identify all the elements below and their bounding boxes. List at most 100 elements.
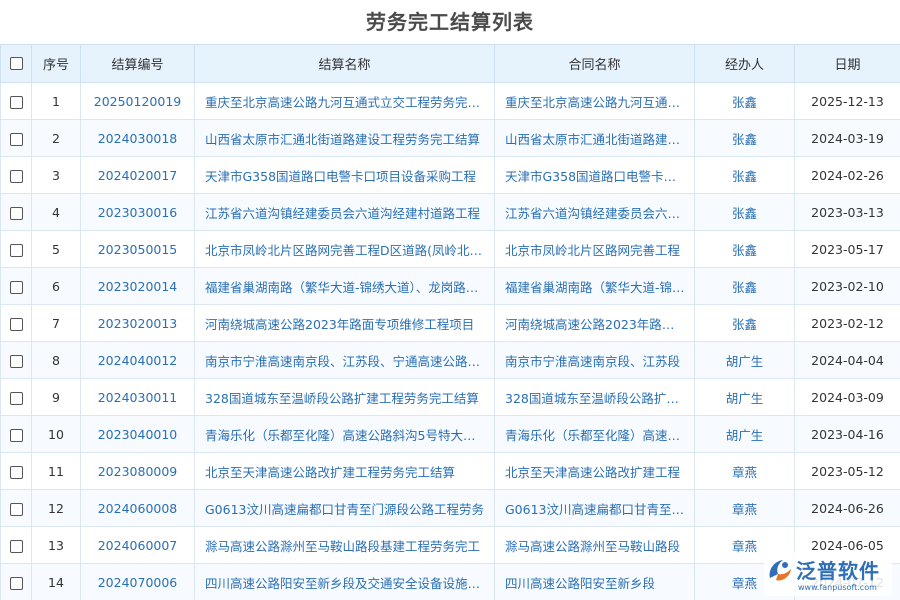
row-name-link[interactable]: 山西省太原市汇通北街道路建设工程劳务完工结算 xyxy=(194,119,495,157)
table-row[interactable]: 3 2024020017 天津市G358国道路口电警卡口项目设备采购工程 天津市G35… xyxy=(0,156,900,194)
table-row[interactable]: 5 2023050015 北京市凤岭北片区路网完善工程D区道路(凤岭北路) 北京市凤岭… xyxy=(0,230,900,268)
row-checkbox[interactable] xyxy=(9,576,23,590)
row-contract-link[interactable]: 河南绕城高速公路2023年路面专项维修工程 xyxy=(494,304,695,342)
row-handler-link[interactable]: 章燕 xyxy=(694,452,795,490)
row-handler-link[interactable]: 张鑫 xyxy=(694,267,795,305)
row-name-link[interactable]: 滁马高速公路滁州至马鞍山路段基建工程劳务完工 xyxy=(194,526,495,564)
row-name-link[interactable]: 河南绕城高速公路2023年路面专项维修工程项目 xyxy=(194,304,495,342)
row-checkbox[interactable] xyxy=(9,206,23,220)
row-select-cell[interactable] xyxy=(0,526,32,564)
column-header-date[interactable]: 日期 xyxy=(794,44,900,83)
row-name-link[interactable]: 重庆至北京高速公路九河互通式立交工程劳务完工结算 xyxy=(194,82,495,120)
row-code-link[interactable]: 2024070006 xyxy=(80,563,195,600)
row-contract-link[interactable]: 江苏省六道沟镇经建委员会六道沟 xyxy=(494,193,695,231)
row-select-cell[interactable] xyxy=(0,304,32,342)
row-handler-link[interactable]: 胡广生 xyxy=(694,341,795,379)
row-contract-link[interactable]: 滁马高速公路滁州至马鞍山路段 xyxy=(494,526,695,564)
row-handler-link[interactable]: 张鑫 xyxy=(694,156,795,194)
column-header-contract[interactable]: 合同名称 xyxy=(494,44,695,83)
row-handler-link[interactable]: 章燕 xyxy=(694,489,795,527)
column-header-name[interactable]: 结算名称 xyxy=(194,44,495,83)
row-contract-link[interactable]: 北京至天津高速公路改扩建工程 xyxy=(494,452,695,490)
table-row[interactable]: 4 2023030016 江苏省六道沟镇经建委员会六道沟经建村道路工程 江苏省六道沟镇… xyxy=(0,193,900,231)
row-name-link[interactable]: 南京市宁淮高速南京段、江苏段、宁通高速公路工程 xyxy=(194,341,495,379)
row-code-link[interactable]: 2024060008 xyxy=(80,489,195,527)
row-code-link[interactable]: 2024030011 xyxy=(80,378,195,416)
row-name-link[interactable]: 北京至天津高速公路改扩建工程劳务完工结算 xyxy=(194,452,495,490)
row-name-link[interactable]: 四川高速公路阳安至新乡段及交通安全设备设施工程 xyxy=(194,563,495,600)
row-select-cell[interactable] xyxy=(0,341,32,379)
row-checkbox[interactable] xyxy=(9,502,23,516)
row-checkbox[interactable] xyxy=(9,169,23,183)
row-name-link[interactable]: 328国道城东至温峤段公路扩建工程劳务完工结算 xyxy=(194,378,495,416)
row-code-link[interactable]: 2024040012 xyxy=(80,341,195,379)
row-checkbox[interactable] xyxy=(9,243,23,257)
row-select-cell[interactable] xyxy=(0,267,32,305)
row-select-cell[interactable] xyxy=(0,378,32,416)
row-code-link[interactable]: 2023080009 xyxy=(80,452,195,490)
row-select-cell[interactable] xyxy=(0,563,32,600)
row-code-link[interactable]: 2024020017 xyxy=(80,156,195,194)
row-checkbox[interactable] xyxy=(9,132,23,146)
row-name-link[interactable]: 青海乐化（乐都至化隆）高速公路斜沟5号特大桥工程 xyxy=(194,415,495,453)
table-row[interactable]: 11 2023080009 北京至天津高速公路改扩建工程劳务完工结算 北京至天津高速公… xyxy=(0,452,900,490)
row-code-link[interactable]: 2023020013 xyxy=(80,304,195,342)
row-handler-link[interactable]: 张鑫 xyxy=(694,230,795,268)
row-contract-link[interactable]: 福建省巢湖南路（繁华大道-锦绣大道） xyxy=(494,267,695,305)
row-contract-link[interactable]: 天津市G358国道路口电警卡口项目 xyxy=(494,156,695,194)
row-contract-link[interactable]: 山西省太原市汇通北街道路建设工程 xyxy=(494,119,695,157)
row-select-cell[interactable] xyxy=(0,82,32,120)
row-checkbox[interactable] xyxy=(9,391,23,405)
table-row[interactable]: 2 2024030018 山西省太原市汇通北街道路建设工程劳务完工结算 山西省太原市汇… xyxy=(0,119,900,157)
row-checkbox[interactable] xyxy=(9,95,23,109)
row-select-cell[interactable] xyxy=(0,489,32,527)
row-code-link[interactable]: 2023030016 xyxy=(80,193,195,231)
row-code-link[interactable]: 20250120019 xyxy=(80,82,195,120)
row-code-link[interactable]: 2024030018 xyxy=(80,119,195,157)
row-select-cell[interactable] xyxy=(0,156,32,194)
row-contract-link[interactable]: G0613汶川高速扁都口甘青至门源段 xyxy=(494,489,695,527)
row-handler-link[interactable]: 胡广生 xyxy=(694,415,795,453)
table-row[interactable]: 1 20250120019 重庆至北京高速公路九河互通式立交工程劳务完工结算 重庆至北… xyxy=(0,82,900,120)
row-checkbox[interactable] xyxy=(9,428,23,442)
table-row[interactable]: 7 2023020013 河南绕城高速公路2023年路面专项维修工程项目 河南绕城高速… xyxy=(0,304,900,342)
select-all-cell[interactable] xyxy=(0,44,32,83)
table-row[interactable]: 10 2023040010 青海乐化（乐都至化隆）高速公路斜沟5号特大桥工程 青海乐化… xyxy=(0,415,900,453)
column-header-handler[interactable]: 经办人 xyxy=(694,44,795,83)
row-contract-link[interactable]: 四川高速公路阳安至新乡段 xyxy=(494,563,695,600)
row-name-link[interactable]: 江苏省六道沟镇经建委员会六道沟经建村道路工程 xyxy=(194,193,495,231)
row-handler-link[interactable]: 张鑫 xyxy=(694,304,795,342)
row-select-cell[interactable] xyxy=(0,452,32,490)
row-name-link[interactable]: 北京市凤岭北片区路网完善工程D区道路(凤岭北路) xyxy=(194,230,495,268)
table-row[interactable]: 8 2024040012 南京市宁淮高速南京段、江苏段、宁通高速公路工程 南京市宁淮高… xyxy=(0,341,900,379)
row-contract-link[interactable]: 南京市宁淮高速南京段、江苏段 xyxy=(494,341,695,379)
row-code-link[interactable]: 2024060007 xyxy=(80,526,195,564)
table-row[interactable]: 12 2024060008 G0613汶川高速扁都口甘青至门源段公路工程劳务 G061… xyxy=(0,489,900,527)
table-row[interactable]: 6 2023020014 福建省巢湖南路（繁华大道-锦绣大道）、龙岗路工程 福建省巢湖… xyxy=(0,267,900,305)
row-handler-link[interactable]: 张鑫 xyxy=(694,119,795,157)
row-select-cell[interactable] xyxy=(0,193,32,231)
row-checkbox[interactable] xyxy=(9,317,23,331)
column-header-code[interactable]: 结算编号 xyxy=(80,44,195,83)
row-checkbox[interactable] xyxy=(9,465,23,479)
row-name-link[interactable]: G0613汶川高速扁都口甘青至门源段公路工程劳务 xyxy=(194,489,495,527)
row-checkbox[interactable] xyxy=(9,539,23,553)
row-name-link[interactable]: 福建省巢湖南路（繁华大道-锦绣大道）、龙岗路工程 xyxy=(194,267,495,305)
row-handler-link[interactable]: 张鑫 xyxy=(694,82,795,120)
select-all-checkbox[interactable] xyxy=(9,57,23,70)
row-code-link[interactable]: 2023050015 xyxy=(80,230,195,268)
row-checkbox[interactable] xyxy=(9,280,23,294)
row-select-cell[interactable] xyxy=(0,119,32,157)
row-checkbox[interactable] xyxy=(9,354,23,368)
row-handler-link[interactable]: 张鑫 xyxy=(694,193,795,231)
row-code-link[interactable]: 2023020014 xyxy=(80,267,195,305)
row-contract-link[interactable]: 328国道城东至温峤段公路扩建工程 xyxy=(494,378,695,416)
row-select-cell[interactable] xyxy=(0,415,32,453)
row-handler-link[interactable]: 胡广生 xyxy=(694,378,795,416)
row-contract-link[interactable]: 青海乐化（乐都至化隆）高速公路 xyxy=(494,415,695,453)
row-select-cell[interactable] xyxy=(0,230,32,268)
row-contract-link[interactable]: 重庆至北京高速公路九河互通式立交工程 xyxy=(494,82,695,120)
row-contract-link[interactable]: 北京市凤岭北片区路网完善工程 xyxy=(494,230,695,268)
table-row[interactable]: 9 2024030011 328国道城东至温峤段公路扩建工程劳务完工结算 328国道城… xyxy=(0,378,900,416)
row-code-link[interactable]: 2023040010 xyxy=(80,415,195,453)
